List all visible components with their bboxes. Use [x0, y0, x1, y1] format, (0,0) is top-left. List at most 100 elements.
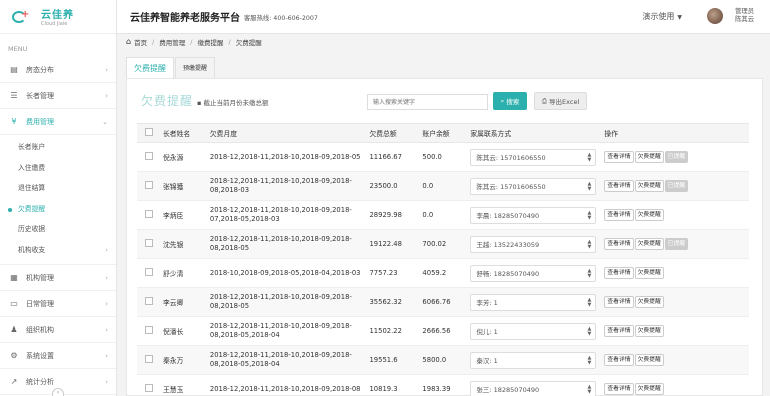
tab-arrears-reminder[interactable]: 欠费提醒 [126, 57, 174, 78]
column-header[interactable]: 家属联系方式 [466, 123, 601, 143]
select-all-checkbox[interactable] [145, 128, 153, 136]
sidebar-collapse-button[interactable]: ‹ [52, 388, 64, 396]
account-balance: 4059.2 [418, 258, 467, 288]
contact-cell: 舒畅: 18285070490 ▲ ▼ [466, 258, 601, 288]
arrears-months: 2018-12,2018-11,2018-10,2018-09,2018-05 [205, 142, 366, 172]
view-details-button[interactable]: 查看详情 [604, 151, 634, 163]
arrears-months: 2018-12,2018-11,2018-10,2018-09,2018-08,… [205, 316, 366, 346]
arrears-remind-button[interactable]: 欠费提醒 [634, 383, 664, 395]
arrears-remind-button[interactable]: 欠费提醒 [634, 151, 664, 163]
page-title: 欠费提醒 [141, 93, 194, 108]
breadcrumb-home[interactable]: 首页 [134, 37, 147, 47]
row-checkbox[interactable] [145, 297, 153, 305]
select-all-header [137, 123, 159, 143]
sidebar-item-label: 统计分析 [26, 377, 54, 386]
row-checkbox[interactable] [145, 355, 153, 363]
family-contact-select[interactable]: 王越: 13522433059 ▲ ▼ [470, 235, 597, 253]
family-contact-select[interactable]: 张三: 18285070490 ▲ ▼ [470, 380, 597, 396]
arrears-total: 7757.23 [365, 258, 419, 288]
elder-name: 沈先银 [158, 229, 206, 259]
family-contact-select[interactable]: 倪儿: 1 ▲ ▼ [470, 322, 597, 340]
account-balance: 0.0 [418, 171, 467, 201]
arrears-total: 11166.67 [365, 142, 419, 172]
sub-item-checkin-payment[interactable]: 入住缴费 [0, 158, 116, 179]
actions-cell: 查看详情 欠费提醒 [600, 374, 749, 396]
arrears-remind-button[interactable]: 欠费提醒 [634, 354, 664, 366]
family-contact-select[interactable]: 陈其云: 15701606550 ▲ ▼ [470, 177, 597, 195]
logo[interactable]: + 云佳养 Cloud Jiaie [0, 0, 116, 34]
actions-cell: 查看详情 欠费提醒 已提醒 [600, 142, 749, 172]
column-header[interactable]: 账户余额 [418, 123, 467, 143]
avatar[interactable] [707, 8, 723, 24]
column-header[interactable]: 欠费总额 [365, 123, 419, 143]
row-checkbox[interactable] [145, 326, 153, 334]
sub-item-institution-finance[interactable]: 机构收支 › [0, 240, 116, 261]
elder-name: 秦永万 [158, 345, 206, 375]
arrears-remind-button[interactable]: 欠费提醒 [634, 209, 664, 221]
row-checkbox[interactable] [145, 181, 153, 189]
arrears-table: 长者姓名 欠费月度 欠费总额 账户余额 家属联系方式 操作 倪永源 2018-12… [137, 123, 749, 396]
view-details-button[interactable]: 查看详情 [604, 325, 634, 337]
view-details-button[interactable]: 查看详情 [604, 354, 634, 366]
view-details-button[interactable]: 查看详情 [604, 238, 634, 250]
family-contact-select[interactable]: 舒畅: 18285070490 ▲ ▼ [470, 264, 597, 282]
search-input[interactable] [367, 94, 488, 110]
sidebar-item-daily-management[interactable]: ▭ 日常管理 › [0, 291, 116, 317]
row-checkbox[interactable] [145, 268, 153, 276]
arrears-remind-button[interactable]: 欠费提醒 [634, 180, 664, 192]
actions-cell: 查看详情 欠费提醒 [600, 345, 749, 375]
breadcrumb-fee-management[interactable]: 费用管理 [159, 37, 185, 47]
row-checkbox[interactable] [145, 152, 153, 160]
arrears-remind-button[interactable]: 欠费提醒 [634, 325, 664, 337]
sub-item-arrears-reminder[interactable]: 欠费提醒 [0, 199, 116, 220]
user-info[interactable]: 管理员 陈其云 [735, 8, 754, 24]
sub-item-elder-account[interactable]: 长者账户 [0, 137, 116, 158]
column-header[interactable]: 欠费月度 [205, 123, 366, 143]
column-header[interactable]: 操作 [600, 123, 749, 143]
breadcrumb-payment-reminder[interactable]: 缴费提醒 [197, 37, 223, 47]
row-checkbox[interactable] [145, 210, 153, 218]
sidebar-item-room-distribution[interactable]: ▤ 房态分布 › [0, 57, 116, 83]
row-checkbox[interactable] [145, 384, 153, 392]
platform-title: 云佳养智能养老服务平台 [130, 13, 240, 24]
hotline-text: 客服热线: 400-606-2007 [244, 15, 318, 22]
sidebar-item-system-settings[interactable]: ⚙ 系统设置 › [0, 343, 116, 369]
family-contact-select[interactable]: 李芳: 1 ▲ ▼ [470, 293, 597, 311]
sub-item-checkout-settlement[interactable]: 退住结算 [0, 178, 116, 199]
arrears-total: 10819.3 [365, 374, 419, 396]
family-contact-value: 秦汉: 1 [476, 357, 498, 365]
arrears-remind-button[interactable]: 欠费提醒 [634, 238, 664, 250]
chevron-right-icon: › [105, 325, 108, 334]
view-details-button[interactable]: 查看详情 [604, 267, 634, 279]
sidebar-item-organization[interactable]: ♟ 组织机构 › [0, 317, 116, 343]
breadcrumb: ⌂ 首页 / 费用管理 / 缴费提醒 / 欠费提醒 [117, 34, 770, 49]
elder-name: 倪潘长 [158, 316, 206, 346]
sidebar-item-fee-management[interactable]: ¥ 费用管理 ⌄ [0, 109, 116, 135]
view-details-button[interactable]: 查看详情 [604, 209, 634, 221]
actions-cell: 查看详情 欠费提醒 已提醒 [600, 229, 749, 259]
sidebar-item-elder-management[interactable]: ☰ 长者管理 › [0, 83, 116, 109]
page-description-text: 截止当前月份未缴总额 [203, 98, 269, 107]
institution-icon: ▦ [10, 273, 18, 282]
column-header[interactable]: 长者姓名 [158, 123, 206, 143]
view-details-button[interactable]: 查看详情 [604, 180, 634, 192]
arrears-remind-button[interactable]: 欠费提醒 [634, 296, 664, 308]
family-contact-select[interactable]: 秦汉: 1 ▲ ▼ [470, 351, 597, 369]
fee-submenu: 长者账户 入住缴费 退住结算 欠费提醒 历史收据 机构收支 › [0, 135, 116, 265]
sub-item-history-receipts[interactable]: 历史收据 [0, 219, 116, 240]
table-row: 舒少清 2018-10,2018-09,2018-05,2018-04,2018-… [137, 258, 749, 288]
elder-name: 张锦獲 [158, 171, 206, 201]
view-details-button[interactable]: 查看详情 [604, 383, 634, 395]
arrears-remind-button[interactable]: 欠费提醒 [634, 267, 664, 279]
family-contact-select[interactable]: 李晨: 18285070490 ▲ ▼ [470, 206, 597, 224]
tab-prepay-reminder[interactable]: 预缴提醒 [175, 57, 216, 78]
chart-icon: ↗ [10, 377, 18, 386]
row-checkbox[interactable] [145, 239, 153, 247]
view-details-button[interactable]: 查看详情 [604, 296, 634, 308]
sidebar-item-institution-management[interactable]: ▦ 机构管理 › [0, 265, 116, 291]
demo-dropdown[interactable]: 演示使用 ▼ [642, 11, 682, 22]
family-contact-select[interactable]: 陈其云: 15701606550 ▲ ▼ [470, 148, 597, 166]
arrears-total: 35562.32 [365, 287, 419, 317]
search-button[interactable]: ⌕ 搜索 [493, 92, 527, 110]
export-excel-button[interactable]: ⎙ 导出Excel [534, 92, 587, 110]
